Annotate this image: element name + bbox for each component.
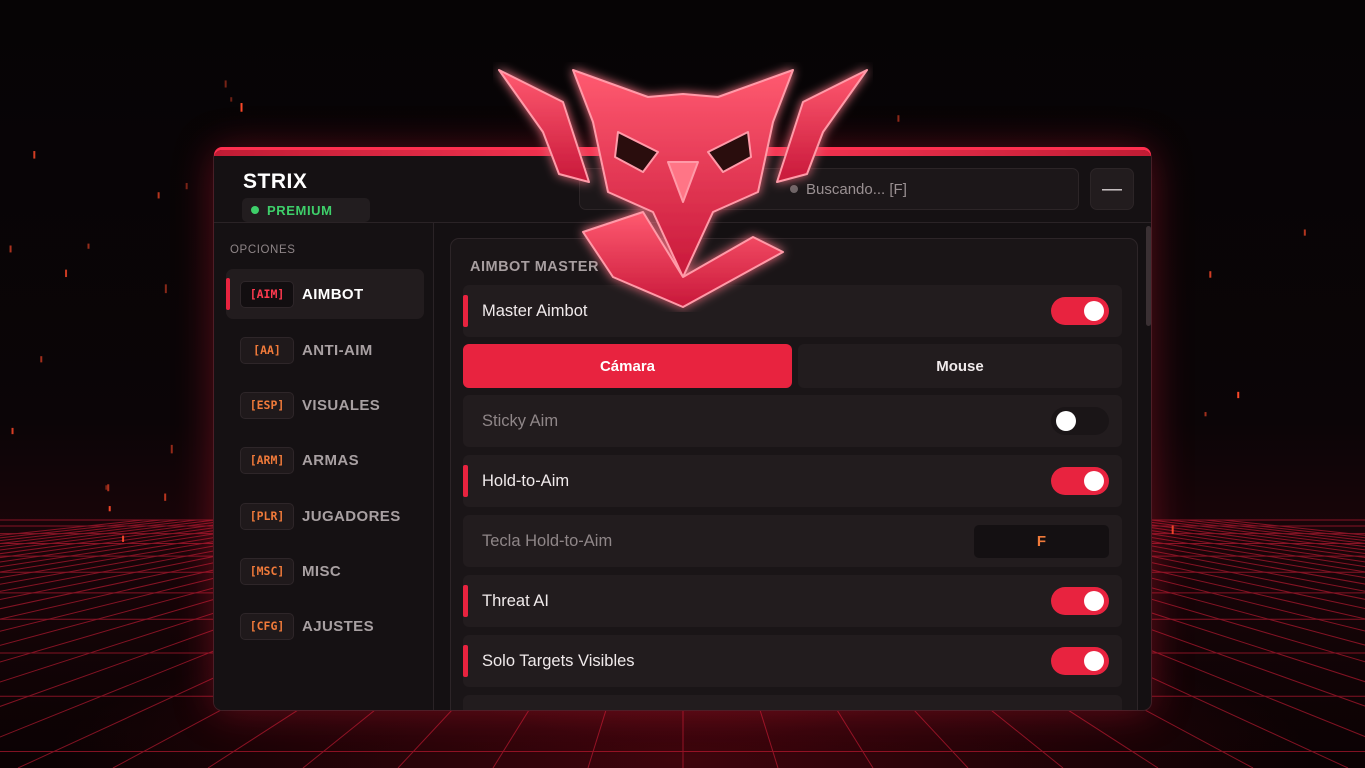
threat-ai-toggle[interactable] xyxy=(1051,587,1109,615)
ember-spark xyxy=(1209,271,1212,278)
brand-title: STRIX xyxy=(243,170,308,193)
solo-targets-visibles-toggle[interactable] xyxy=(1051,647,1109,675)
sidebar-item-armas[interactable]: [ARM] ARMAS xyxy=(226,435,424,485)
nav-tag: [PLR] xyxy=(240,502,294,530)
status-dot-icon xyxy=(251,206,259,214)
nav-tag: [AIM] xyxy=(240,280,294,308)
hold-to-aim-toggle[interactable] xyxy=(1051,467,1109,495)
mode-camara-button[interactable]: Cámara xyxy=(463,344,792,388)
ember-spark xyxy=(1303,229,1306,236)
premium-badge: PREMIUM xyxy=(242,198,370,222)
ember-spark xyxy=(157,192,160,199)
ember-spark xyxy=(33,151,36,159)
row-label: Hold-to-Aim xyxy=(482,471,570,490)
nav-label: JUGADORES xyxy=(302,507,401,525)
row-label: Threat AI xyxy=(482,591,549,610)
nav-label: MISC xyxy=(302,562,342,580)
grid-line xyxy=(1114,519,1365,555)
nav-tag: [AA] xyxy=(240,336,294,364)
sidebar-item-misc[interactable]: [MSC] MISC xyxy=(226,546,424,596)
row-label: Solo Targets Visibles xyxy=(482,651,635,670)
row-label: Sticky Aim xyxy=(482,411,559,430)
row-label: Tecla Hold-to-Aim xyxy=(482,531,613,550)
ember-spark xyxy=(40,356,43,363)
row-threat-ai: Threat AI xyxy=(463,575,1122,627)
ember-spark xyxy=(65,269,68,278)
sticky-aim-toggle[interactable] xyxy=(1051,407,1109,435)
ember-spark xyxy=(164,284,167,294)
ember-spark xyxy=(164,493,167,501)
toggle-knob xyxy=(1084,301,1104,321)
master-aimbot-toggle[interactable] xyxy=(1051,297,1109,325)
ember-spark xyxy=(230,97,233,102)
sidebar-item-ajustes[interactable]: [CFG] AJUSTES xyxy=(226,601,424,651)
toggle-knob xyxy=(1084,591,1104,611)
ember-spark xyxy=(105,485,108,490)
ember-spark xyxy=(170,444,173,454)
minimize-button[interactable]: — xyxy=(1090,168,1134,210)
ember-spark xyxy=(9,245,12,253)
nav-label: AIMBOT xyxy=(302,285,364,303)
row-hold-key: Tecla Hold-to-Aim F xyxy=(463,515,1122,567)
grid-line xyxy=(1204,519,1365,539)
ember-spark xyxy=(1204,412,1207,417)
premium-label: PREMIUM xyxy=(267,202,333,218)
nav-label: ANTI-AIM xyxy=(302,341,373,359)
nav-label: VISUALES xyxy=(302,396,381,414)
row-sticky-aim: Sticky Aim xyxy=(463,395,1122,447)
ember-spark xyxy=(108,506,111,512)
scrollbar[interactable] xyxy=(1146,226,1151,326)
nav-label: AJUSTES xyxy=(302,617,374,635)
mode-mouse-button[interactable]: Mouse xyxy=(798,344,1122,388)
row-solo-targets-visibles: Solo Targets Visibles xyxy=(463,635,1122,687)
owl-logo-icon xyxy=(498,69,868,308)
ember-spark xyxy=(1171,525,1174,535)
sidebar-item-jugadores[interactable]: [PLR] JUGADORES xyxy=(226,491,424,541)
sidebar-item-visuales[interactable]: [ESP] VISUALES xyxy=(226,380,424,430)
ember-spark xyxy=(107,484,110,492)
nav-tag: [ARM] xyxy=(240,446,294,474)
ember-spark xyxy=(240,103,243,112)
ember-spark xyxy=(1237,391,1240,399)
sidebar-item-aimbot[interactable]: [AIM] AIMBOT xyxy=(226,269,424,319)
ember-spark xyxy=(11,427,14,435)
ember-spark xyxy=(897,115,900,122)
ember-spark xyxy=(224,80,227,88)
nav-tag: [CFG] xyxy=(240,612,294,640)
toggle-knob xyxy=(1084,651,1104,671)
hold-key-binding[interactable]: F xyxy=(974,525,1109,558)
nav-tag: [ESP] xyxy=(240,391,294,419)
row-hold-to-aim: Hold-to-Aim xyxy=(463,455,1122,507)
toggle-knob xyxy=(1056,411,1076,431)
nav-label: ARMAS xyxy=(302,451,359,469)
toggle-knob xyxy=(1084,471,1104,491)
sidebar-item-anti-aim[interactable]: [AA] ANTI-AIM xyxy=(226,325,424,375)
sidebar: OPCIONES [AIM] AIMBOT [AA] ANTI-AIM [ESP… xyxy=(214,223,434,710)
ember-spark xyxy=(185,182,188,190)
ember-spark xyxy=(122,535,125,542)
sidebar-title: OPCIONES xyxy=(230,244,296,256)
row-next-partial xyxy=(463,695,1122,710)
grid-line xyxy=(0,519,162,539)
ember-spark xyxy=(87,243,90,249)
minimize-icon: — xyxy=(1102,177,1122,200)
nav-tag: [MSC] xyxy=(240,557,294,585)
